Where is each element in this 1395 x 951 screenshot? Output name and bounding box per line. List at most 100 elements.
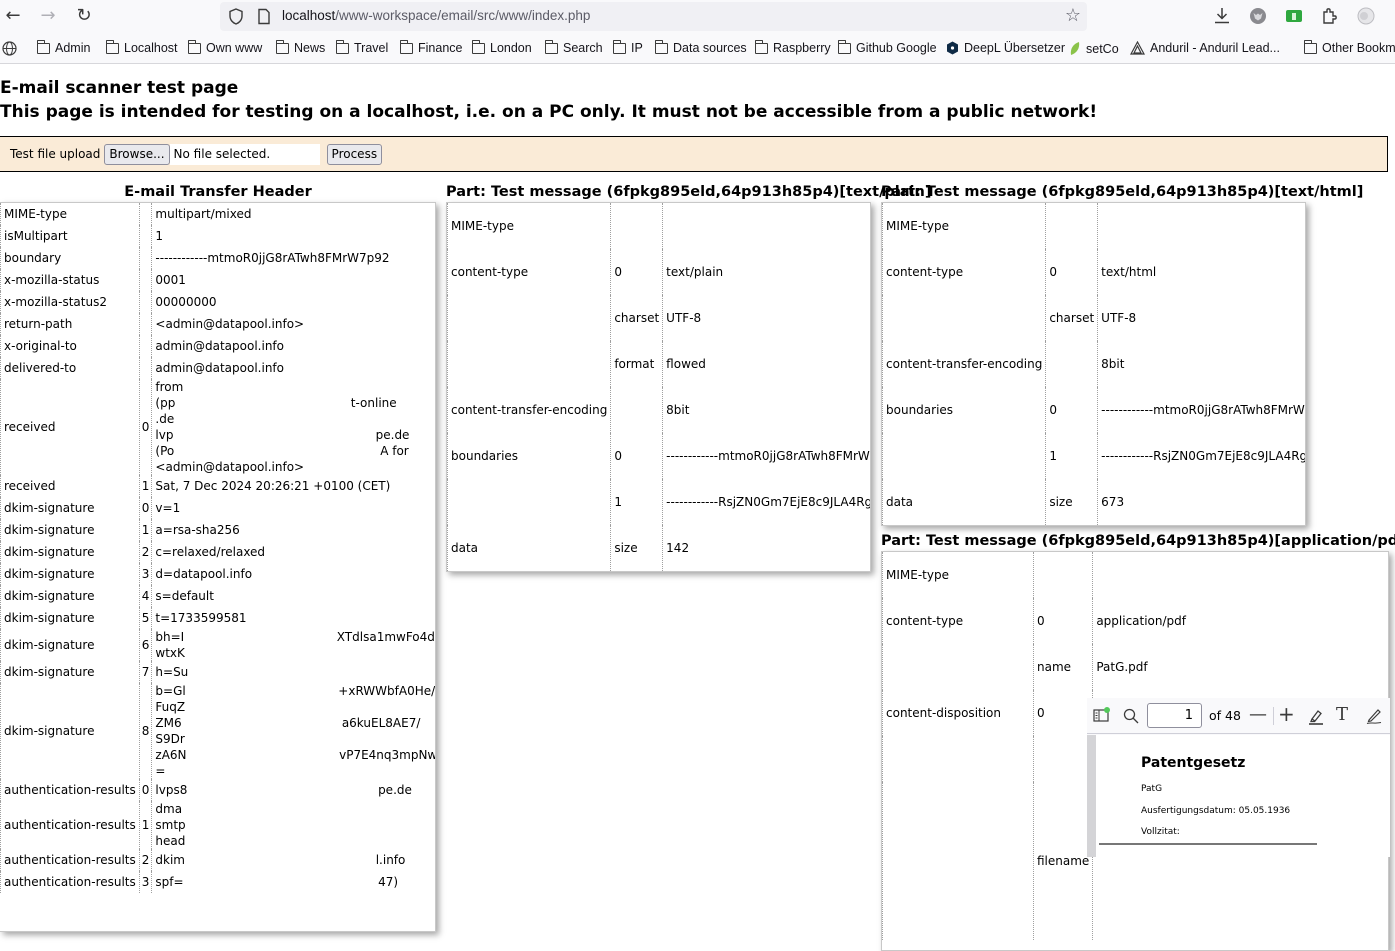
header-index [138, 291, 152, 313]
header-row: delivered-to admin@datapool.info [0, 357, 435, 379]
part-row: MIME-type [447, 203, 870, 249]
header-key: dkim-signature [0, 661, 140, 683]
process-button[interactable]: Process [326, 143, 383, 165]
part-key [882, 295, 1046, 341]
bookmark-label: Search [563, 41, 603, 55]
upload-label: Test file upload [10, 147, 101, 161]
extension-green-icon[interactable] [1283, 5, 1305, 27]
bookmark-setco[interactable]: setCo [1069, 41, 1119, 56]
bookmark-star-icon[interactable]: ☆ [1065, 5, 1081, 26]
part-sub [1032, 736, 1093, 782]
search-icon[interactable] [1123, 708, 1139, 724]
header-key: authentication-results [0, 871, 140, 893]
transfer-header-table-wrap: MIME-type multipart/mixed isMultipart 1 boun… [0, 202, 436, 932]
bookmark-own-www[interactable]: Own www [188, 39, 263, 55]
sidebar-toggle-icon[interactable] [1093, 707, 1111, 723]
bookmark-ip[interactable]: IP [613, 39, 643, 55]
part-value [1092, 552, 1190, 598]
bookmark-anduril[interactable]: Anduril - Anduril Lead... [1130, 41, 1280, 55]
part-sub: 0 [610, 249, 663, 295]
part-row: charset UTF-8 [882, 295, 1305, 341]
shield-icon[interactable] [228, 8, 244, 25]
bookmark-localhost[interactable]: Localhost [106, 39, 178, 55]
extensions-puzzle-icon[interactable] [1319, 5, 1341, 27]
part-table-wrap: MIME-type content-type 0 text/plain charset U… [446, 202, 871, 572]
header-key: boundary [0, 247, 140, 269]
bookmark-raspberry[interactable]: Raspberry [755, 39, 831, 55]
part-sub: size [1045, 479, 1098, 525]
header-value: t=1733599581 [151, 607, 435, 629]
toolbar-divider [1273, 707, 1274, 725]
reload-button[interactable]: ↻ [72, 5, 96, 27]
bookmark-label: Own www [206, 41, 263, 55]
page-number-input[interactable]: 1 [1147, 703, 1202, 728]
header-key: dkim-signature [0, 519, 140, 541]
header-key: dkim-signature [0, 541, 140, 563]
header-index: 3 [138, 563, 152, 585]
page-title: E-mail scanner test page [0, 78, 239, 98]
browse-button[interactable]: Browse... [104, 143, 170, 165]
pdf-text-line: Vollzitat: [1141, 827, 1180, 837]
bookmark-data-sources[interactable]: Data sources [655, 39, 747, 55]
header-index: 8 [138, 683, 152, 779]
forward-button[interactable]: → [36, 5, 60, 27]
part-value [1097, 203, 1305, 249]
draw-icon[interactable] [1365, 707, 1383, 725]
page-icon[interactable] [256, 8, 272, 25]
highlight-icon[interactable] [1307, 707, 1325, 725]
part-title: Part: Test message (6fpkg895eld,64p913h8… [881, 533, 1395, 549]
header-key: x-mozilla-status2 [0, 291, 140, 313]
header-row: isMultipart 1 [0, 225, 435, 247]
bookmark-finance[interactable]: Finance [400, 39, 462, 55]
text-tool-icon[interactable]: T [1336, 705, 1348, 725]
bookmark-other[interactable]: Other Bookmarks [1304, 39, 1395, 55]
header-value: h=Su [151, 661, 435, 683]
part-value: 673 [1097, 479, 1305, 525]
bookmark-admin[interactable]: Admin [37, 39, 90, 55]
pdf-viewer[interactable]: 1 of 48 — + T Patentgesetz PatG Ausferti… [1087, 698, 1390, 857]
header-key: delivered-to [0, 357, 140, 379]
globe-icon[interactable] [2, 41, 17, 56]
folder-icon [276, 39, 289, 54]
bookmark-deepl[interactable]: DeepL Übersetzer [946, 41, 1065, 55]
zoom-in-icon[interactable]: + [1278, 704, 1295, 724]
downloads-icon[interactable] [1211, 5, 1233, 27]
pdf-document-area[interactable]: Patentgesetz PatG Ausfertigungsdatum: 05… [1087, 735, 1390, 857]
url-text[interactable]: localhost/www-workspace/email/src/www/in… [282, 8, 590, 23]
header-index [138, 269, 152, 291]
zoom-out-icon[interactable]: — [1249, 705, 1267, 725]
folder-icon [37, 39, 50, 54]
part-sub: 0 [1032, 598, 1093, 644]
part-key [882, 736, 1034, 782]
bookmark-news[interactable]: News [276, 39, 325, 55]
part-row: boundaries 0 ------------mtmoR0jjG8rATwh8F… [882, 387, 1305, 433]
header-row: authentication-results 0 lvps8 pe.de [0, 779, 435, 801]
part-table: MIME-type content-type 0 text/html charset UT… [882, 203, 1305, 525]
part-text-plain-panel: Part: Test message (6fpkg895eld,64p913h8… [446, 182, 931, 572]
header-value: ------------mtmoR0jjG8rATwh8FMrW7p92 [151, 247, 435, 269]
bookmark-travel[interactable]: Travel [336, 39, 388, 55]
back-button[interactable]: ← [1, 5, 25, 27]
profile-icon[interactable] [1355, 5, 1377, 27]
bookmark-github-google[interactable]: Github Google [838, 39, 937, 55]
part-row: content-transfer-encoding 8bit [447, 387, 870, 433]
part-value: ------------mtmoR0jjG8rATwh8FMrW7p92 [1097, 387, 1305, 433]
part-key: boundaries [882, 387, 1046, 433]
part-sub [1045, 203, 1098, 249]
header-value: a=rsa-sha256 [151, 519, 435, 541]
firefox-account-icon[interactable] [1247, 5, 1269, 27]
part-sub [610, 387, 663, 433]
header-index: 2 [138, 849, 152, 871]
pdf-page: Patentgesetz PatG Ausfertigungsdatum: 05… [1096, 735, 1390, 857]
part-sub: charset [610, 295, 663, 341]
bookmark-search[interactable]: Search [545, 39, 603, 55]
bookmark-label: Data sources [673, 41, 747, 55]
page-count: of 48 [1209, 708, 1241, 723]
bookmark-london[interactable]: London [472, 39, 532, 55]
address-bar[interactable]: localhost/www-workspace/email/src/www/in… [220, 2, 1087, 31]
part-key [882, 782, 1034, 940]
part-row: 1------------RsjZN0Gm7EjE8c9JLA4RgYqL [447, 479, 870, 525]
header-key: x-original-to [0, 335, 140, 357]
header-row: dkim-signature 6 bh=I XTdlsa1mwFo4d wtxK [0, 629, 435, 661]
part-value: 8bit [1097, 341, 1305, 387]
